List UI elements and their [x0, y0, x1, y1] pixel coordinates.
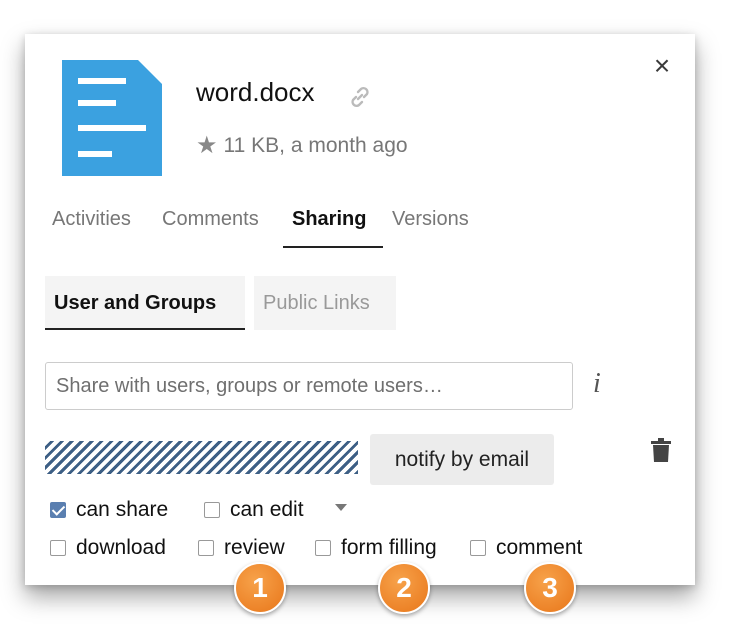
- tab-comments[interactable]: Comments: [162, 208, 259, 231]
- notify-by-email-button[interactable]: notify by email: [370, 434, 554, 485]
- callout-badge-3: 3: [524, 562, 576, 614]
- trash-icon[interactable]: [651, 438, 671, 467]
- permission-can-edit[interactable]: can edit: [204, 498, 304, 522]
- info-icon[interactable]: i: [593, 368, 601, 400]
- permission-comment[interactable]: comment: [470, 536, 582, 560]
- tab-versions[interactable]: Versions: [392, 208, 469, 231]
- review-checkbox[interactable]: [198, 540, 214, 556]
- close-icon[interactable]: ×: [650, 52, 674, 80]
- permission-form-filling[interactable]: form filling: [315, 536, 437, 560]
- permission-can-share[interactable]: can share: [50, 498, 168, 522]
- file-meta: ★ 11 KB, a month ago: [196, 131, 408, 160]
- can-edit-checkbox[interactable]: [204, 502, 220, 518]
- permission-review[interactable]: review: [198, 536, 285, 560]
- callout-badge-2: 2: [378, 562, 430, 614]
- can-edit-label: can edit: [230, 498, 304, 521]
- comment-checkbox[interactable]: [470, 540, 486, 556]
- download-label: download: [76, 536, 166, 559]
- can-share-label: can share: [76, 498, 169, 521]
- redacted-recipient-name: [45, 441, 358, 474]
- form-filling-checkbox[interactable]: [315, 540, 331, 556]
- document-file-icon: [62, 60, 162, 181]
- download-checkbox[interactable]: [50, 540, 66, 556]
- tab-activities[interactable]: Activities: [52, 208, 131, 231]
- comment-label: comment: [496, 536, 583, 559]
- subtab-public-links[interactable]: Public Links: [254, 276, 396, 330]
- file-name: word.docx: [196, 77, 315, 107]
- chevron-down-icon[interactable]: [335, 504, 347, 511]
- permission-download[interactable]: download: [50, 536, 166, 560]
- form-filling-label: form filling: [341, 536, 437, 559]
- subtab-user-and-groups[interactable]: User and Groups: [45, 276, 245, 330]
- can-share-checkbox[interactable]: [50, 502, 66, 518]
- star-icon[interactable]: ★: [196, 131, 218, 160]
- tab-sharing[interactable]: Sharing: [292, 208, 366, 231]
- link-icon[interactable]: [347, 84, 373, 115]
- active-subtab-indicator: [45, 328, 245, 330]
- active-tab-indicator: [283, 246, 383, 248]
- callout-badge-1: 1: [234, 562, 286, 614]
- share-input[interactable]: [45, 362, 573, 410]
- review-label: review: [224, 536, 285, 559]
- file-meta-text: 11 KB, a month ago: [223, 133, 408, 157]
